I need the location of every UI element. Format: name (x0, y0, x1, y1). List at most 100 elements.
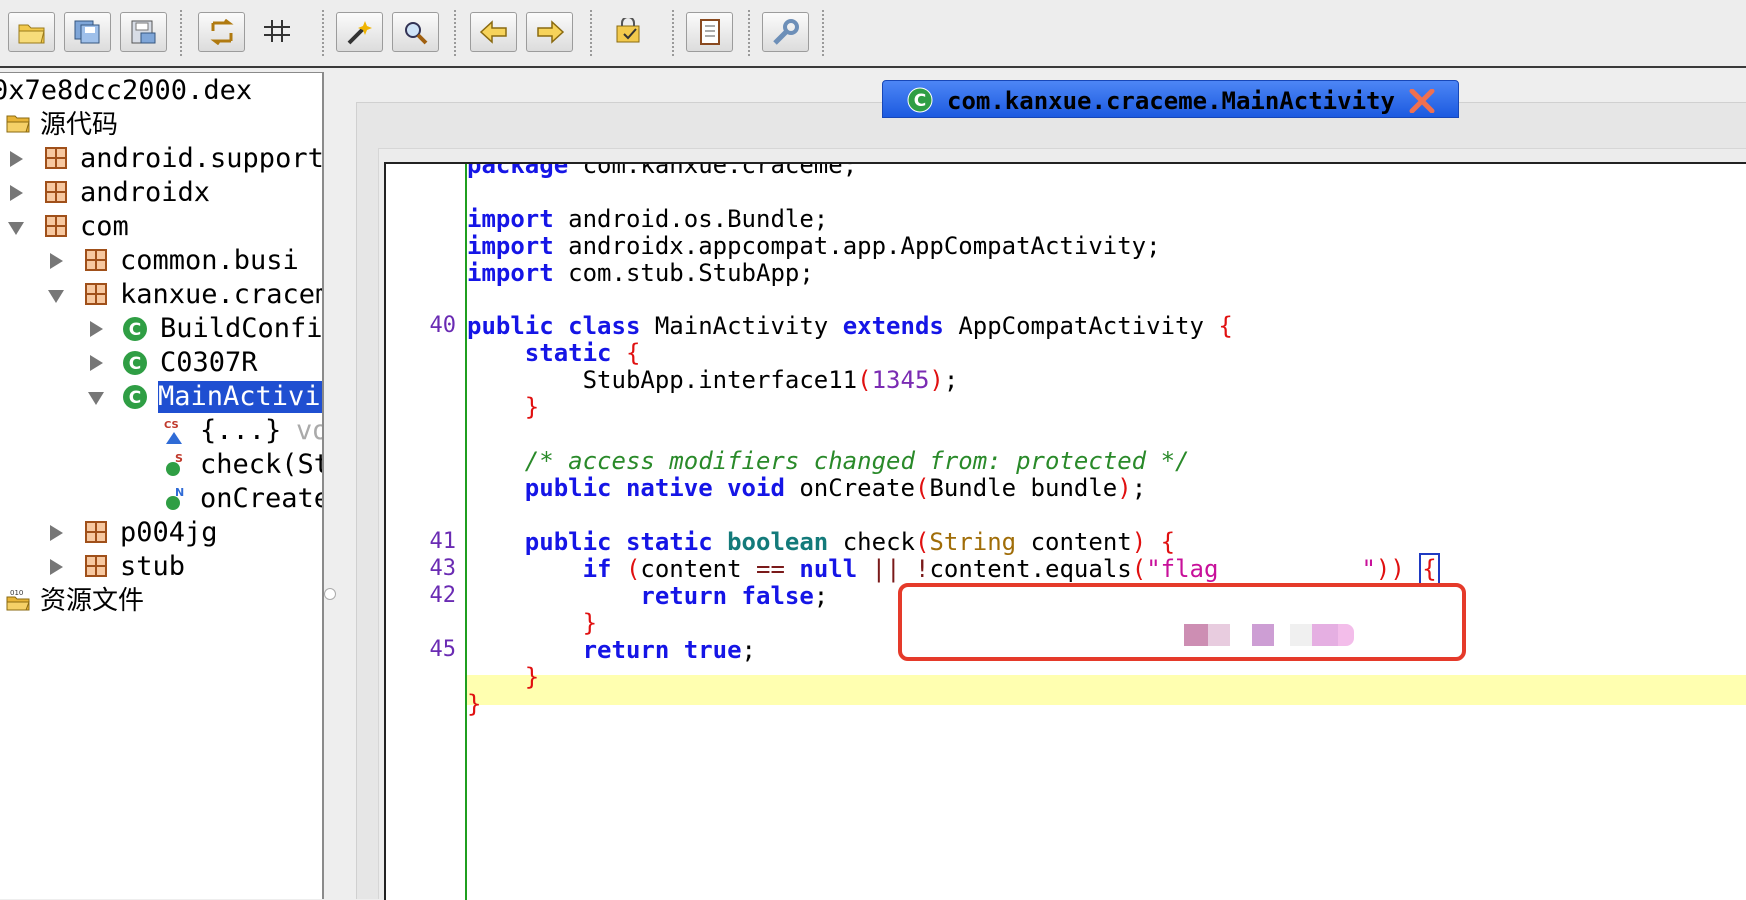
svg-text:S: S (175, 452, 183, 465)
package-icon (85, 283, 107, 305)
tree-item-label: androidx (80, 177, 211, 208)
notes-icon (700, 19, 720, 45)
tree-item-suffix: vo (296, 415, 322, 446)
svg-text:C: C (129, 320, 141, 340)
expand-arrow-icon[interactable] (50, 525, 63, 541)
toolbar-separator (748, 10, 750, 56)
package-icon (85, 249, 107, 271)
hierarchy-icon (264, 20, 290, 42)
notes-button[interactable] (686, 12, 733, 52)
class-icon: C (907, 87, 933, 113)
class-icon: C (123, 351, 147, 375)
toolbar-separator (454, 10, 456, 56)
tree-item-label: onCreate (200, 483, 324, 514)
save-all-icon (74, 20, 100, 44)
resource-folder-label: 资源文件 (40, 586, 145, 616)
svg-text:C: C (914, 91, 926, 111)
search-icon (405, 22, 428, 45)
code-line: public class MainActivity extends AppCom… (467, 312, 1233, 340)
resource-folder-icon: 010 (6, 589, 30, 611)
toolbar-separator (322, 10, 324, 56)
tree-item-label: stub (120, 551, 186, 582)
package-icon (45, 147, 67, 169)
collapse-arrow-icon[interactable] (8, 222, 24, 235)
expand-arrow-icon[interactable] (50, 559, 63, 575)
code-line: } (582, 609, 598, 637)
tree-item-label-selected: MainActivi (158, 381, 322, 413)
save-button[interactable] (120, 12, 167, 52)
line-number: 40 (429, 313, 457, 338)
close-icon[interactable] (1409, 89, 1435, 113)
line-number: 43 (429, 556, 457, 581)
tree-item-label: BuildConfi (160, 313, 323, 344)
save-all-button[interactable] (64, 12, 111, 52)
tree-item-label: p004jg (120, 517, 218, 548)
toolbar-separator (672, 10, 674, 56)
save-icon (131, 20, 156, 44)
search-button[interactable] (392, 12, 439, 52)
toolbar (0, 0, 1746, 68)
open-folder-icon (18, 24, 45, 44)
svg-text:N: N (175, 486, 184, 499)
toolbar-separator (590, 10, 592, 56)
highlight-annotation-box (898, 583, 1466, 661)
tab-mainactivity[interactable]: C com.kanxue.craceme.MainActivity (882, 80, 1459, 118)
tree-item-label: check(St (200, 449, 324, 480)
settings-wrench-icon (773, 19, 799, 45)
package-icon (85, 521, 107, 543)
package-icon (45, 215, 67, 237)
tree-item-label: C0307R (160, 347, 258, 378)
code-line: package com.kanxue.craceme; (467, 162, 858, 179)
class-icon: C (123, 385, 147, 409)
splitter-handle[interactable] (324, 588, 336, 600)
source-folder-label: 源代码 (40, 110, 119, 140)
tree-item-label: common.busi (120, 245, 299, 276)
code-line: return true; (582, 636, 756, 664)
forward-button[interactable] (526, 12, 573, 52)
static-constructor-icon: CS (164, 420, 182, 444)
code-line: import com.stub.StubApp; (467, 259, 814, 287)
tree-item-label: android.support (80, 143, 324, 174)
expand-arrow-icon[interactable] (50, 253, 63, 269)
decompile-icon (616, 18, 640, 43)
toolbar-separator (180, 10, 182, 56)
code-line: import androidx.appcompat.app.AppCompatA… (467, 232, 1161, 260)
native-method-icon: N (166, 486, 184, 510)
code-line: } (467, 690, 482, 718)
class-icon: C (123, 317, 147, 341)
sync-icon (210, 19, 234, 45)
package-icon (45, 181, 67, 203)
expand-arrow-icon[interactable] (10, 185, 23, 201)
dex-file-label: 0x7e8dcc2000.dex (0, 75, 253, 106)
back-button[interactable] (470, 12, 517, 52)
expand-arrow-icon[interactable] (90, 321, 103, 337)
hierarchy-button[interactable] (254, 12, 301, 52)
code-line: /* access modifiers changed from: protec… (524, 447, 1190, 475)
open-folder-button[interactable] (8, 12, 55, 52)
tree-item-label: kanxue.cracem (120, 279, 324, 310)
static-method-icon: S (166, 452, 183, 476)
collapse-arrow-icon[interactable] (48, 290, 64, 303)
expand-arrow-icon[interactable] (90, 355, 103, 371)
code-line: public static boolean check(String conte… (524, 528, 1176, 556)
toolbar-separator (822, 10, 824, 56)
current-line-highlight (467, 675, 1746, 705)
line-number: 42 (429, 583, 457, 608)
magic-wand-button[interactable] (336, 12, 383, 52)
tree-item-label: com (80, 211, 129, 242)
code-view[interactable]: 40 41 43 42 45 package com.kanxue.cracem… (384, 162, 1746, 900)
collapse-arrow-icon[interactable] (88, 392, 104, 405)
svg-text:010: 010 (10, 589, 23, 597)
tab-title: com.kanxue.craceme.MainActivity (947, 87, 1395, 115)
settings-button[interactable] (762, 12, 809, 52)
expand-arrow-icon[interactable] (10, 151, 23, 167)
open-folder-icon (6, 115, 30, 133)
package-icon (85, 555, 107, 577)
magic-wand-icon (347, 21, 372, 45)
decompile-button[interactable] (606, 12, 653, 52)
line-number: 45 (429, 637, 457, 662)
svg-text:CS: CS (164, 420, 179, 431)
code-line: public native void onCreate(Bundle bundl… (524, 474, 1147, 502)
sync-button[interactable] (198, 12, 245, 52)
line-number: 41 (429, 529, 457, 554)
